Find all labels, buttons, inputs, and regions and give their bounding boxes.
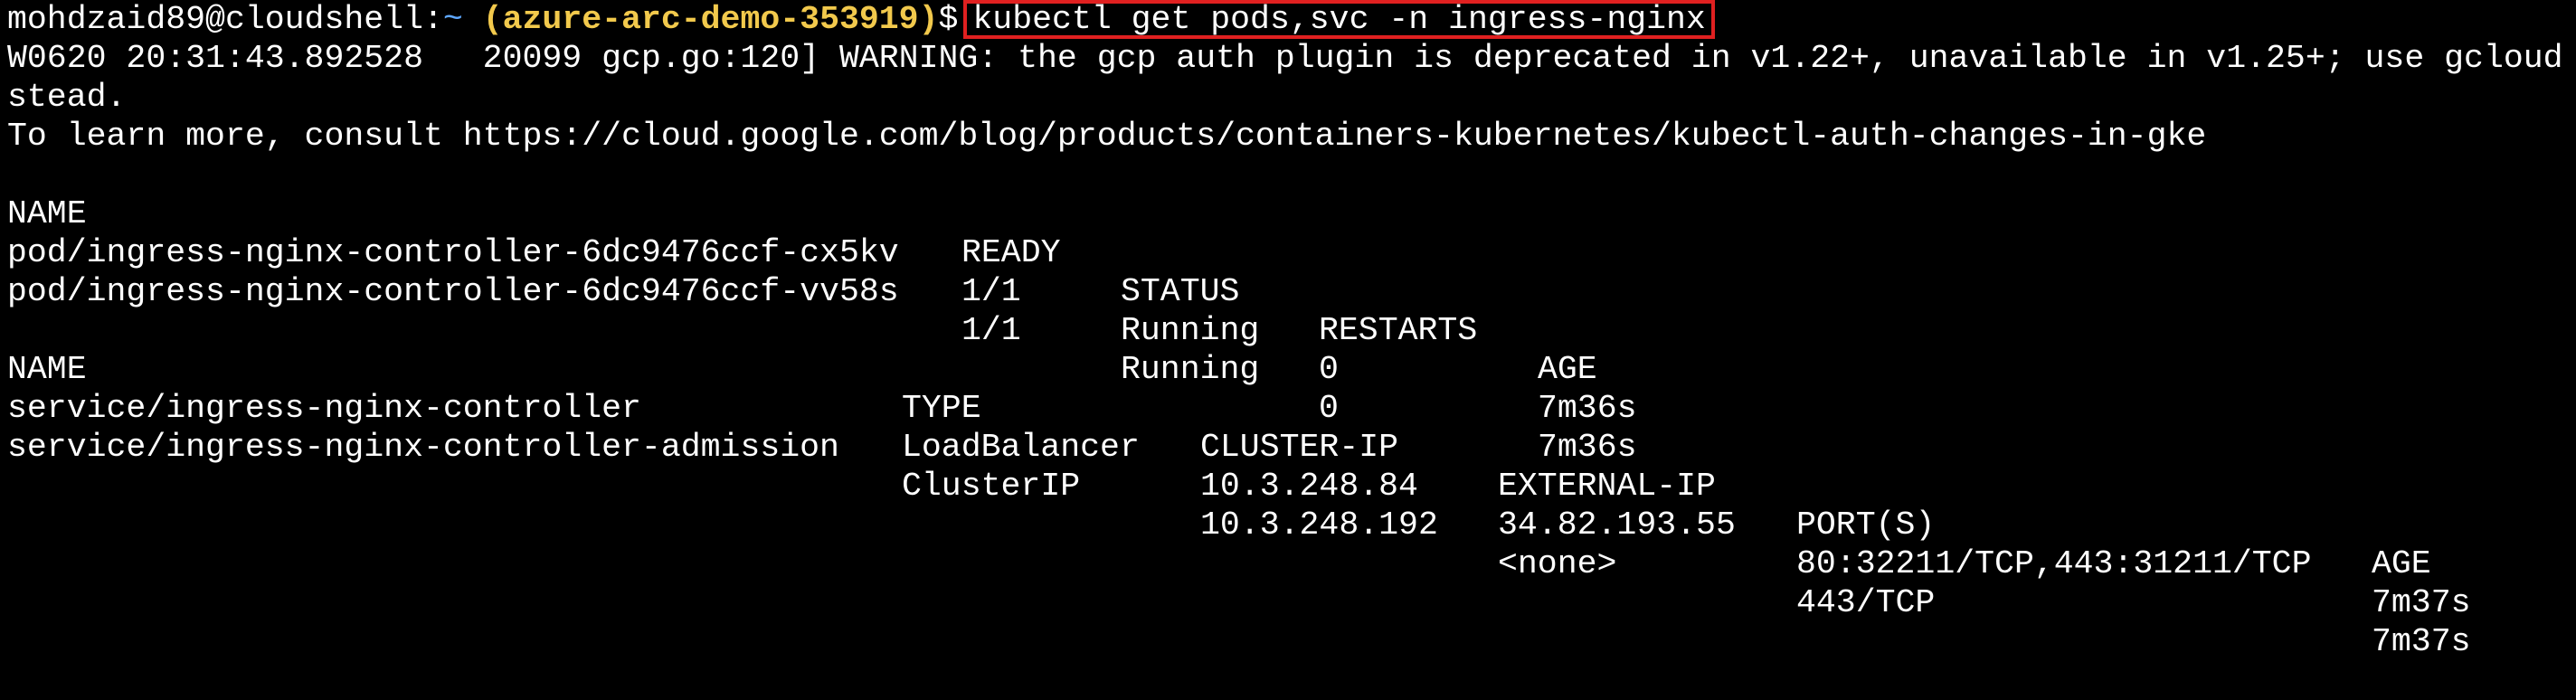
prompt-path: ~	[442, 1, 463, 38]
table-row: service/ingress-nginx-controller LoadBal…	[0, 350, 2576, 621]
pod-ready: 1/1	[961, 273, 1021, 310]
svc-header-ports: PORT(S)	[1796, 506, 1936, 544]
pod-age: 7m36s	[1538, 429, 1637, 466]
svc-external-ip: 34.82.193.55	[1498, 506, 1736, 544]
svc-ports: 80:32211/TCP,443:31211/TCP	[1796, 545, 2312, 582]
terminal-window[interactable]: mohdzaid89@cloudshell:~ (azure-arc-demo-…	[0, 0, 2576, 660]
table-row: pod/ingress-nginx-controller-6dc9476ccf-…	[0, 233, 2576, 466]
warning-line-1: W0620 20:31:43.892528 20099 gcp.go:120] …	[7, 40, 2563, 77]
prompt-line: mohdzaid89@cloudshell:~ (azure-arc-demo-…	[7, 0, 1715, 39]
warning-line-3: To learn more, consult https://cloud.goo…	[7, 118, 2207, 155]
svc-ports: 443/TCP	[1796, 584, 1936, 621]
prompt-symbol: $	[938, 1, 959, 38]
warning-line-2: stead.	[7, 79, 127, 116]
pods-table-header: NAME READY STATUS RESTARTS AGE	[0, 156, 2576, 388]
prompt-project: (azure-arc-demo-353919)	[482, 1, 939, 38]
svc-header-cluster-ip: CLUSTER-IP	[1200, 429, 1399, 466]
pod-name: pod/ingress-nginx-controller-6dc9476ccf-…	[7, 273, 899, 310]
svc-cluster-ip: 10.3.248.84	[1200, 468, 1418, 505]
highlighted-command: kubectl get pods,svc -n ingress-nginx	[963, 0, 1715, 39]
svc-header-external-ip: EXTERNAL-IP	[1498, 468, 1716, 505]
svc-name: service/ingress-nginx-controller-admissi…	[7, 429, 839, 466]
svc-cluster-ip: 10.3.248.192	[1200, 506, 1438, 544]
svc-header-age: AGE	[2372, 545, 2431, 582]
svc-type: ClusterIP	[902, 468, 1081, 505]
services-table-header: NAME TYPE CLUSTER-IP EXTERNAL-IP PORT(S)…	[0, 311, 2576, 582]
table-row: service/ingress-nginx-controller-admissi…	[0, 389, 2576, 660]
svc-type: LoadBalancer	[902, 429, 1140, 466]
table-row: pod/ingress-nginx-controller-6dc9476ccf-…	[0, 194, 2576, 427]
svc-age: 7m37s	[2372, 623, 2471, 660]
prompt-user-host: mohdzaid89@cloudshell:	[7, 1, 443, 38]
svc-age: 7m37s	[2372, 584, 2471, 621]
pods-header-status: STATUS	[1121, 273, 1240, 310]
svc-external-ip: <none>	[1498, 545, 1617, 582]
